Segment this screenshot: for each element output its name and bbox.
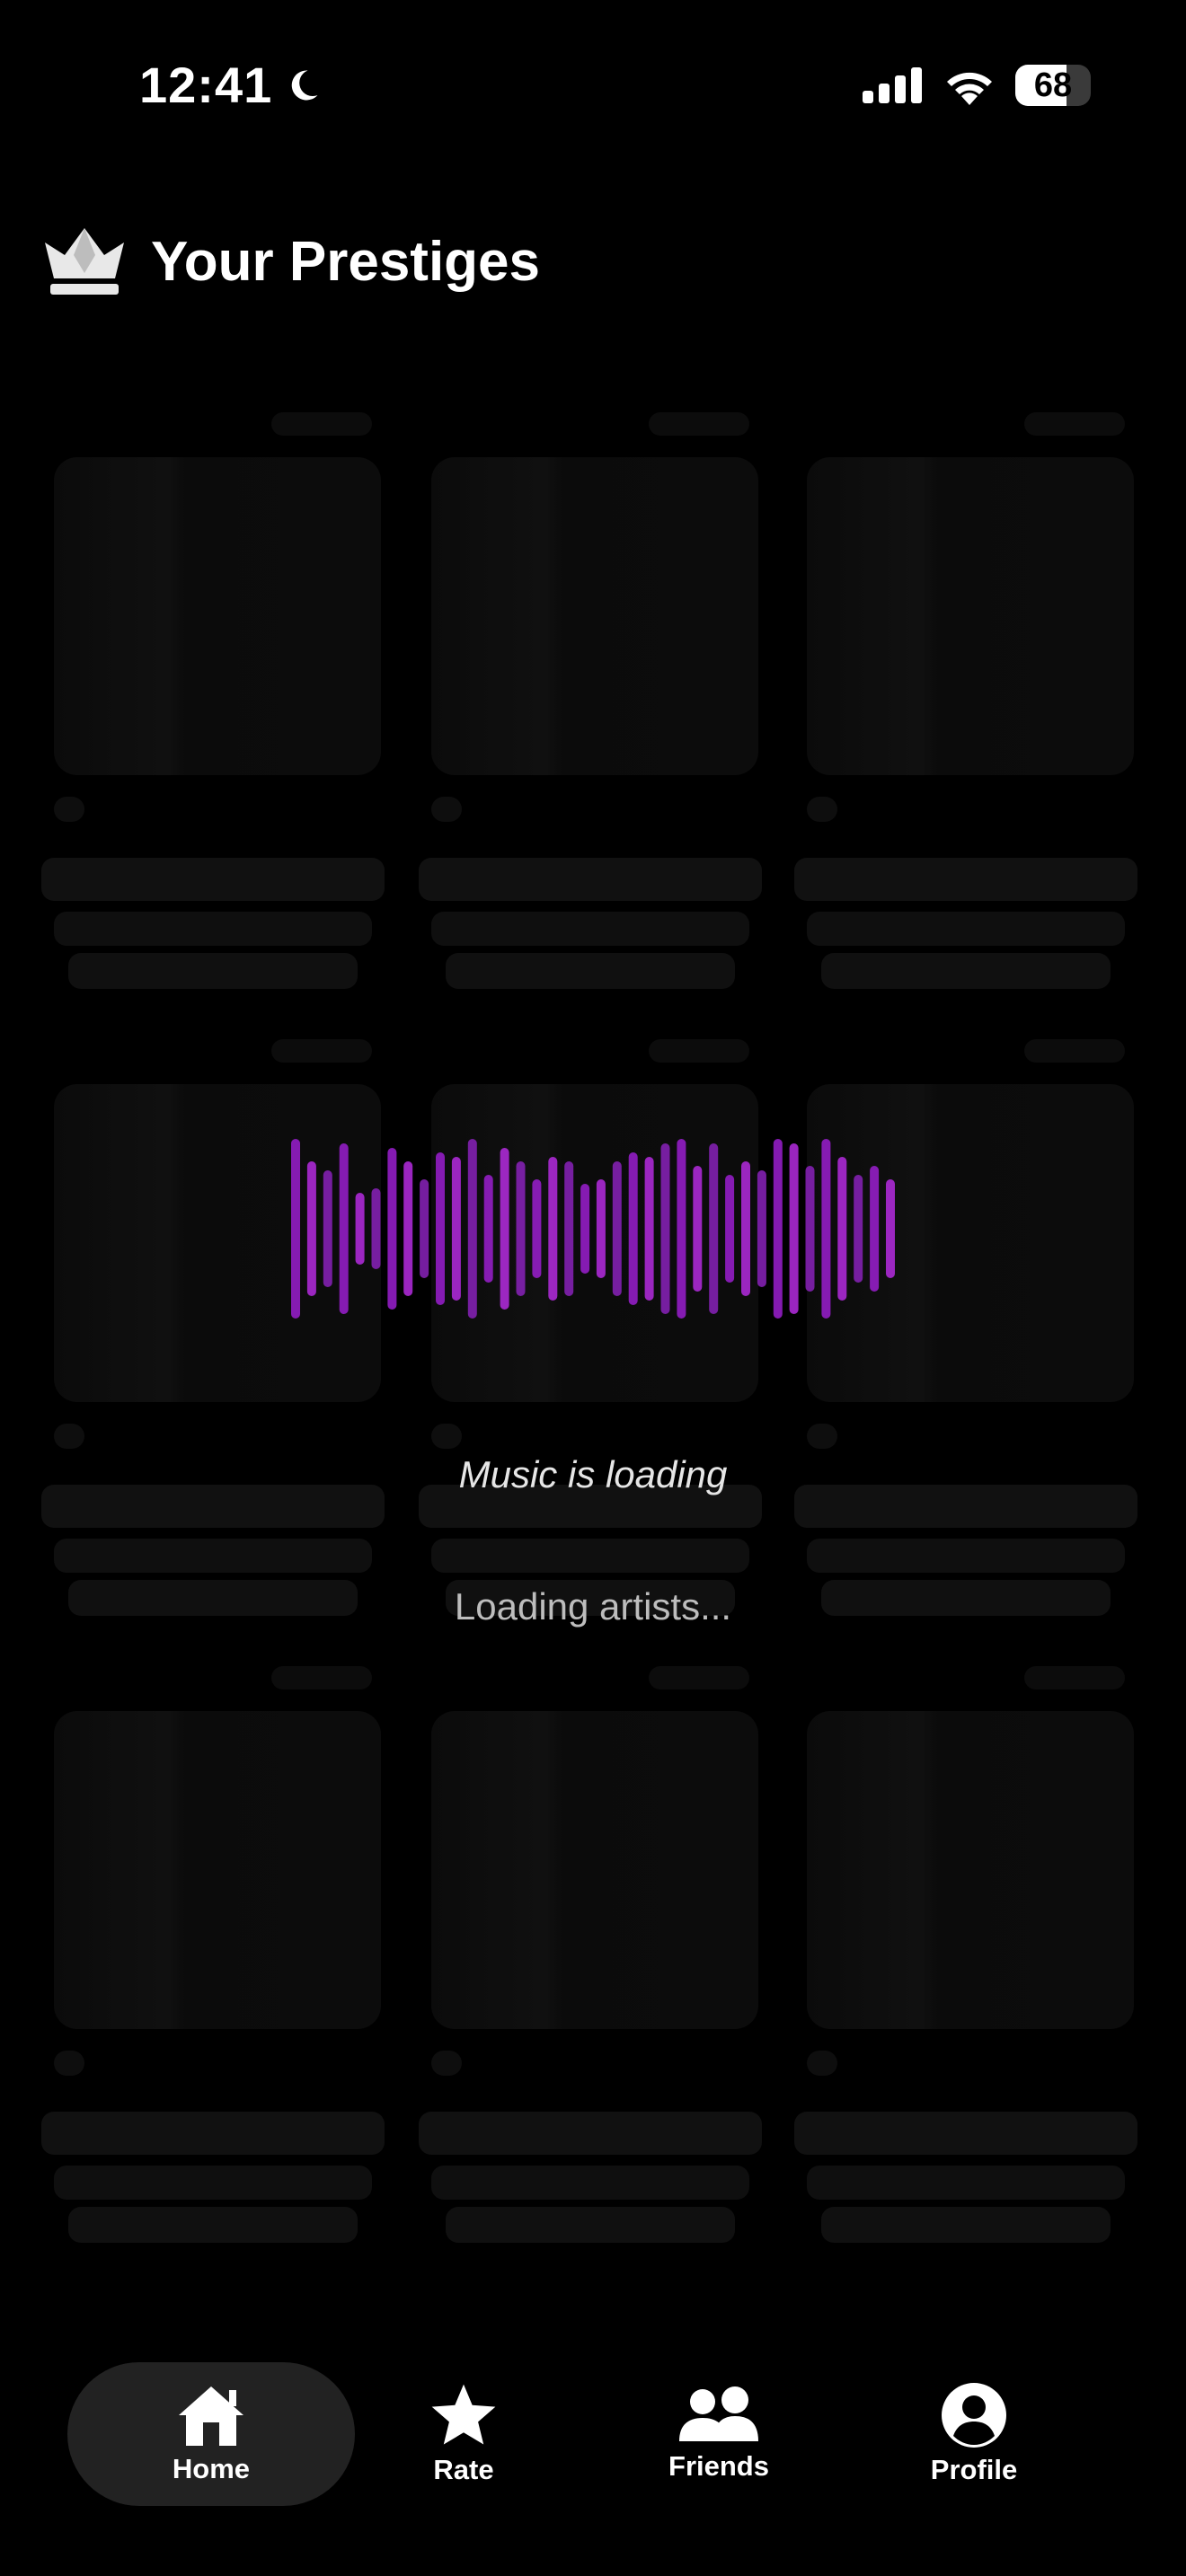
- waveform-bar: [403, 1161, 413, 1296]
- house-icon: [179, 2386, 243, 2446]
- waveform-bar: [516, 1161, 526, 1296]
- waveform-bar: [371, 1188, 381, 1269]
- waveform-bar: [548, 1157, 558, 1301]
- skeleton-card: [794, 1036, 1137, 1628]
- waveform-bar: [420, 1179, 429, 1278]
- waveform-bar: [387, 1148, 397, 1310]
- waveform-bar: [644, 1157, 654, 1301]
- waveform-bar: [709, 1143, 719, 1314]
- star-icon: [431, 2384, 496, 2445]
- waveform-bar: [693, 1166, 703, 1292]
- waveform-bar: [532, 1179, 542, 1278]
- waveform-bar: [725, 1175, 735, 1283]
- waveform-bar: [306, 1161, 316, 1296]
- waveform-bar: [500, 1148, 509, 1310]
- waveform-bar: [741, 1161, 750, 1296]
- skeleton-card: [41, 409, 385, 1001]
- time-text: 12:41: [139, 57, 273, 113]
- waveform-bar: [886, 1179, 895, 1278]
- waveform-bar: [821, 1139, 831, 1319]
- skeleton-card: [419, 409, 762, 1001]
- waveform-bar: [339, 1143, 349, 1314]
- moon-icon: [291, 69, 318, 100]
- person-circle-icon: [942, 2383, 1006, 2448]
- waveform-bar: [773, 1139, 783, 1319]
- tab-rate[interactable]: Rate: [320, 2362, 607, 2506]
- audio-waveform-loader: [291, 1139, 895, 1319]
- loading-subtitle: Loading artists...: [454, 1585, 732, 1628]
- waveform-bar: [580, 1184, 590, 1274]
- battery-level: 68: [1033, 66, 1073, 104]
- waveform-bar: [628, 1152, 638, 1305]
- tab-home[interactable]: Home: [67, 2362, 355, 2506]
- wifi-icon: [947, 72, 992, 105]
- tab-rate-label: Rate: [433, 2454, 494, 2485]
- tab-profile-label: Profile: [930, 2454, 1018, 2485]
- skeleton-card: [794, 1663, 1137, 2255]
- tab-home-label: Home: [172, 2453, 251, 2484]
- clock: 12:41: [139, 56, 323, 114]
- waveform-bar: [467, 1139, 477, 1319]
- skeleton-card: [41, 1663, 385, 2255]
- waveform-bar: [677, 1139, 686, 1319]
- cellular-signal-icon: [863, 67, 922, 103]
- waveform-bar: [596, 1179, 606, 1278]
- tab-profile[interactable]: Profile: [830, 2362, 1118, 2506]
- loading-title: Music is loading: [458, 1453, 728, 1495]
- waveform-bar: [854, 1175, 863, 1283]
- skeleton-card: [419, 1036, 762, 1628]
- waveform-bar: [564, 1161, 574, 1296]
- tab-friends-label: Friends: [668, 2450, 769, 2482]
- waveform-bar: [660, 1143, 670, 1314]
- battery-indicator: 68: [1015, 65, 1091, 106]
- waveform-bar: [837, 1157, 847, 1301]
- waveform-bar: [805, 1166, 815, 1292]
- page-title: Your Prestiges: [151, 230, 541, 293]
- waveform-bar: [757, 1170, 766, 1287]
- bottom-tab-bar: Home Rate Friends Profile: [0, 2353, 1186, 2506]
- waveform-bar: [436, 1152, 445, 1305]
- people-icon: [679, 2386, 758, 2441]
- waveform-bar: [612, 1161, 622, 1296]
- waveform-bar: [789, 1143, 799, 1314]
- skeleton-card: [41, 1036, 385, 1628]
- waveform-bar: [870, 1166, 880, 1292]
- skeleton-card: [794, 409, 1137, 1001]
- waveform-bar: [291, 1139, 300, 1319]
- status-bar: 12:41 68: [0, 0, 1186, 171]
- crown-icon: [45, 228, 124, 295]
- waveform-bar: [355, 1193, 365, 1265]
- waveform-bar: [451, 1157, 461, 1301]
- page-header: Your Prestiges: [41, 225, 540, 298]
- waveform-bar: [323, 1170, 332, 1287]
- skeleton-card: [419, 1663, 762, 2255]
- waveform-bar: [483, 1175, 493, 1283]
- tab-friends[interactable]: Friends: [575, 2362, 863, 2506]
